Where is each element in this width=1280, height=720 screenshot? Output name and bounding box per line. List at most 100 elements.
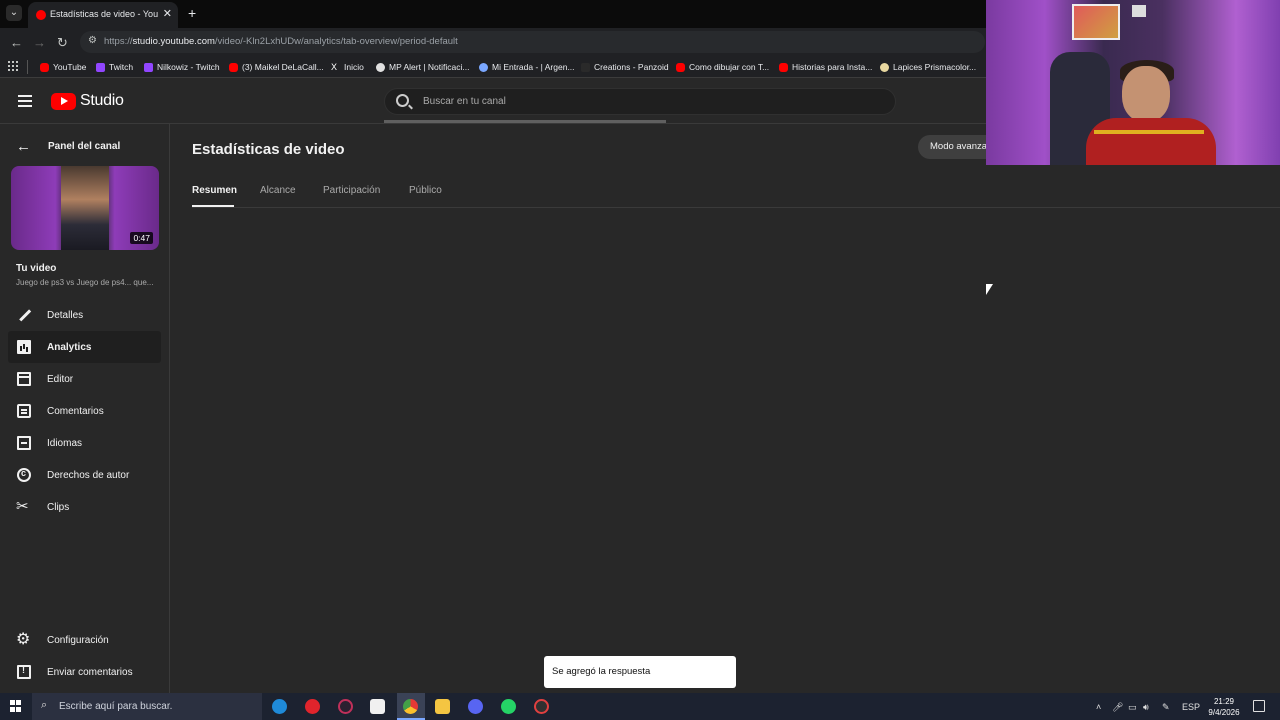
channel-dashboard-link[interactable]: ← Panel del canal <box>16 138 120 155</box>
tab-close-icon[interactable]: ✕ <box>163 7 172 20</box>
bookmark-mp-alert[interactable]: MP Alert | Notificaci... <box>376 60 469 74</box>
search-icon <box>396 94 409 107</box>
url-host: studio.youtube.com <box>132 36 215 47</box>
address-bar[interactable]: ⚙ https://studio.youtube.com/video/-Kln2… <box>80 31 985 53</box>
sidebar-item-feedback[interactable]: Enviar comentarios <box>8 656 161 688</box>
tab-reach[interactable]: Alcance <box>260 185 296 196</box>
taskbar-clock[interactable]: 21:29 9/4/2026 <box>1203 696 1245 718</box>
bookmark-lapices[interactable]: Lapices Prismacolor... <box>880 60 976 74</box>
reload-icon[interactable]: ↻ <box>57 35 68 51</box>
bookmark-mi-entrada[interactable]: Mi Entrada - | Argen... <box>479 60 575 74</box>
edge-icon[interactable] <box>272 699 287 714</box>
youtube-icon <box>779 62 788 72</box>
search-icon: ⌕ <box>41 699 48 711</box>
sidebar-item-label: Enviar comentarios <box>47 666 133 678</box>
discord-icon[interactable] <box>468 699 483 714</box>
obs-icon[interactable] <box>534 699 549 714</box>
clock-time: 21:29 <box>1213 697 1235 706</box>
store-icon[interactable] <box>370 699 385 714</box>
feedback-icon <box>17 665 31 679</box>
opera-gx-icon[interactable] <box>338 699 353 714</box>
bookmark-historias[interactable]: Historias para Insta... <box>779 60 872 74</box>
sidebar-item-label: Clips <box>47 501 70 513</box>
sidebar-item-label: Derechos de autor <box>47 469 130 481</box>
sidebar-item-clips[interactable]: Clips <box>8 491 161 523</box>
windows-start-icon[interactable] <box>10 700 22 712</box>
sidebar-item-analytics[interactable]: Analytics <box>8 331 161 363</box>
youtube-icon <box>40 62 49 72</box>
channel-search-input[interactable]: Buscar en tu canal <box>384 88 896 115</box>
sidebar-item-label: Detalles <box>47 309 84 321</box>
bookmark-panzoid[interactable]: Creations - Panzoid <box>581 60 669 74</box>
file-explorer-icon[interactable] <box>435 699 450 714</box>
youtube-icon <box>229 62 238 72</box>
tab-search-button[interactable]: ⌄ <box>6 5 22 21</box>
pen-icon[interactable]: ✎ <box>1162 702 1170 713</box>
wall-poster <box>1072 4 1120 40</box>
sidebar-item-comments[interactable]: Comentarios <box>8 395 161 427</box>
sidebar-item-label: Editor <box>47 373 74 385</box>
bookmark-label: MP Alert | Notificaci... <box>389 62 470 72</box>
bookmark-como-dibujar[interactable]: Como dibujar con T... <box>676 60 769 74</box>
video-duration: 0:47 <box>130 232 153 244</box>
video-menu: Detalles Analytics Editor Comentarios Id… <box>8 299 161 523</box>
back-arrow-icon[interactable]: ← <box>10 35 23 50</box>
network-icon[interactable]: ▭ <box>1128 702 1137 713</box>
shirt-stripe <box>1094 130 1204 134</box>
channel-dashboard-label: Panel del canal <box>48 141 121 152</box>
copyright-icon <box>17 468 31 482</box>
bookmark-inicio[interactable]: X Inicio <box>331 60 364 74</box>
sidebar: ← Panel del canal 0:47 Tu video Juego de… <box>0 124 170 693</box>
streamer-shirt <box>1086 118 1216 165</box>
sidebar-item-label: Comentarios <box>47 405 104 417</box>
taskbar-search-input[interactable]: ⌕ Escribe aquí para buscar. <box>32 693 262 720</box>
browser-tab[interactable]: Estadísticas de video - YouTube Studio ✕ <box>28 2 178 28</box>
video-thumbnail[interactable]: 0:47 <box>11 166 159 250</box>
language-indicator[interactable]: ESP <box>1182 702 1200 712</box>
tab-overview[interactable]: Resumen <box>192 185 237 196</box>
windows-taskbar: ⌕ Escribe aquí para buscar. ˄ 🎤︎ ▭ 🔊︎ ✎ … <box>0 693 1280 720</box>
tab-audience[interactable]: Público <box>409 185 442 196</box>
notification-icon[interactable] <box>1253 700 1265 712</box>
thumbnail-image <box>61 166 109 250</box>
microphone-icon[interactable]: 🎤︎ <box>1112 702 1123 713</box>
search-placeholder: Buscar en tu canal <box>423 96 506 107</box>
gear-icon <box>16 629 31 649</box>
clock-date: 9/4/2026 <box>1208 708 1240 717</box>
sidebar-item-copyright[interactable]: Derechos de autor <box>8 459 161 491</box>
studio-logo[interactable]: Studio <box>51 92 124 110</box>
bookmark-nilkowiz[interactable]: Nilkowiz - Twitch <box>144 60 220 74</box>
new-tab-button[interactable]: + <box>188 5 196 21</box>
youtube-icon <box>676 62 685 72</box>
bookmark-label: Nilkowiz - Twitch <box>157 62 220 72</box>
tabs-divider <box>192 207 1280 208</box>
x-logo-icon: X <box>331 61 338 72</box>
sidebar-item-editor[interactable]: Editor <box>8 363 161 395</box>
speaker-icon[interactable]: 🔊︎ <box>1143 702 1149 713</box>
site-info-icon[interactable]: ⚙ <box>88 35 97 46</box>
bookmark-label: Como dibujar con T... <box>689 62 770 72</box>
bookmark-maikel[interactable]: (3) Maikel DeLaCall... <box>229 60 324 74</box>
editor-icon <box>17 372 31 386</box>
opera-icon[interactable] <box>305 699 320 714</box>
streamer-face <box>1122 66 1170 122</box>
sidebar-item-settings[interactable]: Configuración <box>8 624 161 656</box>
sidebar-item-details[interactable]: Detalles <box>8 299 161 331</box>
tab-engagement[interactable]: Participación <box>323 185 380 196</box>
bookmark-youtube[interactable]: YouTube <box>40 60 86 74</box>
apps-grid-icon[interactable] <box>8 61 18 71</box>
menu-icon[interactable] <box>18 95 32 107</box>
twitch-icon <box>96 62 105 72</box>
wall-picture <box>1132 5 1146 17</box>
bookmark-twitch[interactable]: Twitch <box>96 60 133 74</box>
whatsapp-icon[interactable] <box>501 699 516 714</box>
sidebar-item-languages[interactable]: Idiomas <box>8 427 161 459</box>
loading-progress-bar <box>384 120 666 123</box>
sidebar-bottom-menu: Configuración Enviar comentarios <box>8 624 161 688</box>
tray-chevron-icon[interactable]: ˄ <box>1096 702 1101 712</box>
chrome-icon[interactable] <box>403 699 418 714</box>
analytics-icon <box>17 340 31 354</box>
back-arrow-icon: ← <box>16 138 31 155</box>
url-text: https://studio.youtube.com/video/-Kln2Lx… <box>104 36 458 47</box>
forward-arrow-icon[interactable]: → <box>33 35 46 50</box>
